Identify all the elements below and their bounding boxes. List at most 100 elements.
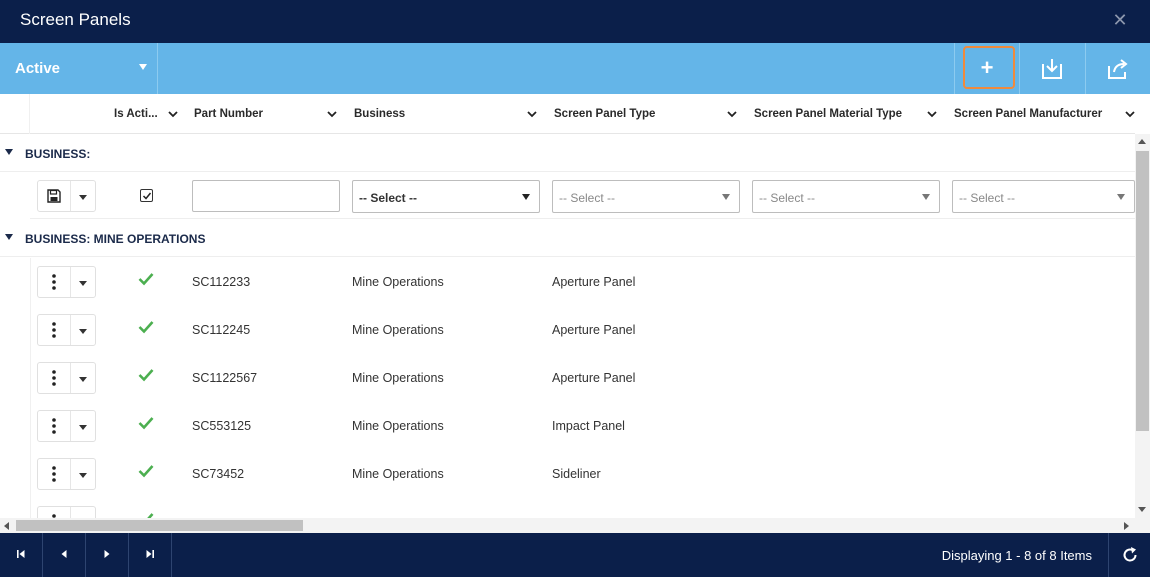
pager-info: Displaying 1 - 8 of 8 Items bbox=[941, 548, 1092, 563]
vertical-scrollbar[interactable] bbox=[1135, 134, 1150, 518]
scroll-left-arrow-icon[interactable] bbox=[4, 522, 9, 530]
active-check-icon bbox=[138, 465, 154, 478]
row-menu-button[interactable] bbox=[38, 267, 70, 297]
refresh-icon bbox=[1123, 547, 1137, 562]
save-button[interactable] bbox=[38, 181, 70, 211]
add-button[interactable]: + bbox=[954, 43, 1019, 94]
screen-panel-type-select[interactable]: -- Select -- bbox=[552, 180, 740, 213]
column-header-business[interactable]: Business bbox=[354, 94, 538, 134]
table-row: SC112245 Mine Operations Aperture Panel bbox=[30, 306, 1135, 354]
active-check-icon bbox=[138, 417, 154, 430]
table-row: SC73452 Mine Operations Sideliner bbox=[30, 450, 1135, 498]
column-label: Is Acti... bbox=[114, 108, 158, 120]
close-icon[interactable]: ✕ bbox=[1112, 10, 1128, 30]
caret-down-icon bbox=[79, 425, 87, 430]
row-actions-dropdown[interactable] bbox=[71, 411, 96, 441]
toolbar: Active + bbox=[0, 43, 1150, 94]
new-item-edit-row: -- Select -- -- Select -- -- Select -- -… bbox=[30, 172, 1135, 219]
group-header-mine-operations[interactable]: BUSINESS: MINE OPERATIONS bbox=[0, 219, 1135, 257]
import-icon bbox=[1042, 59, 1062, 79]
business-select[interactable]: -- Select -- bbox=[352, 180, 540, 213]
row-actions-dropdown[interactable] bbox=[71, 507, 96, 518]
manufacturer-select-value: -- Select -- bbox=[959, 191, 1016, 205]
refresh-button[interactable] bbox=[1108, 533, 1150, 577]
previous-page-button[interactable] bbox=[43, 533, 86, 577]
horizontal-scroll-thumb[interactable] bbox=[16, 520, 303, 531]
collapse-triangle-icon[interactable] bbox=[5, 234, 13, 240]
scroll-right-arrow-icon[interactable] bbox=[1124, 522, 1129, 530]
chevron-down-icon bbox=[327, 111, 337, 118]
column-label: Screen Panel Manufacturer bbox=[954, 108, 1103, 120]
import-button[interactable] bbox=[1019, 43, 1084, 94]
material-type-select[interactable]: -- Select -- bbox=[752, 180, 940, 213]
first-page-icon bbox=[17, 550, 25, 558]
row-actions-dropdown[interactable] bbox=[71, 459, 96, 489]
is-active-checkbox[interactable] bbox=[140, 189, 153, 202]
row-action-group bbox=[37, 506, 96, 518]
business-cell: Mine Operations bbox=[352, 275, 444, 289]
scrollbar-corner bbox=[1135, 518, 1150, 533]
caret-down-icon bbox=[139, 64, 147, 70]
title-bar: Screen Panels ✕ bbox=[0, 0, 1150, 43]
column-header-part-number[interactable]: Part Number bbox=[194, 94, 338, 134]
active-check-icon bbox=[138, 273, 154, 286]
row-action-group bbox=[37, 314, 96, 346]
column-header-manufacturer[interactable]: Screen Panel Manufacturer bbox=[954, 94, 1135, 134]
next-page-icon bbox=[104, 550, 110, 558]
export-button[interactable] bbox=[1085, 43, 1150, 94]
type-cell: Impact Panel bbox=[552, 419, 625, 433]
screen-panels-window: Screen Panels ✕ Active + Is Acti... Part… bbox=[0, 0, 1150, 577]
business-cell: Mine Operations bbox=[352, 323, 444, 337]
screen-panel-type-select-value: -- Select -- bbox=[559, 191, 616, 205]
business-cell: Mine Operations bbox=[352, 371, 444, 385]
first-page-button[interactable] bbox=[0, 533, 43, 577]
business-select-value: -- Select -- bbox=[359, 191, 418, 205]
status-filter-dropdown[interactable]: Active bbox=[0, 43, 158, 94]
scroll-down-arrow-icon[interactable] bbox=[1138, 507, 1146, 512]
group-header-business-empty[interactable]: BUSINESS: bbox=[0, 134, 1135, 172]
more-vertical-icon bbox=[52, 418, 56, 434]
chevron-down-icon bbox=[1125, 111, 1135, 118]
column-header-is-active[interactable]: Is Acti... bbox=[114, 94, 178, 134]
pager-footer: Displaying 1 - 8 of 8 Items bbox=[0, 533, 1150, 577]
part-number-cell: SC112233 bbox=[192, 275, 251, 289]
row-menu-button[interactable] bbox=[38, 315, 70, 345]
row-actions-dropdown[interactable] bbox=[71, 181, 96, 211]
column-header-material-type[interactable]: Screen Panel Material Type bbox=[754, 94, 938, 134]
row-actions-dropdown[interactable] bbox=[71, 363, 96, 393]
column-label: Business bbox=[354, 108, 406, 120]
column-header-screen-panel-type[interactable]: Screen Panel Type bbox=[554, 94, 738, 134]
horizontal-scrollbar[interactable] bbox=[0, 518, 1135, 533]
caret-down-icon bbox=[1117, 194, 1125, 200]
caret-down-icon bbox=[79, 195, 87, 200]
group-label: BUSINESS: bbox=[25, 147, 91, 161]
row-actions-dropdown[interactable] bbox=[71, 267, 96, 297]
share-icon bbox=[1108, 59, 1128, 79]
vertical-scroll-thumb[interactable] bbox=[1136, 151, 1149, 431]
row-menu-button[interactable] bbox=[38, 507, 70, 518]
chevron-down-icon bbox=[168, 111, 178, 118]
chevron-down-icon bbox=[527, 111, 537, 118]
status-filter-value: Active bbox=[15, 60, 61, 77]
type-cell: Sideliner bbox=[552, 467, 601, 481]
caret-down-icon bbox=[922, 194, 930, 200]
type-cell: Aperture Panel bbox=[552, 371, 636, 385]
row-menu-button[interactable] bbox=[38, 363, 70, 393]
row-action-group bbox=[37, 362, 96, 394]
column-label: Screen Panel Material Type bbox=[754, 108, 903, 120]
part-number-cell: SC553125 bbox=[192, 419, 252, 433]
collapse-triangle-icon[interactable] bbox=[5, 149, 13, 155]
scroll-up-arrow-icon[interactable] bbox=[1138, 139, 1146, 144]
type-cell: Aperture Panel bbox=[552, 323, 636, 337]
part-number-input[interactable] bbox=[192, 180, 340, 212]
manufacturer-select[interactable]: -- Select -- bbox=[952, 180, 1135, 213]
more-vertical-icon bbox=[52, 466, 56, 482]
table-row: SC553125 Mine Operations Impact Panel bbox=[30, 402, 1135, 450]
more-vertical-icon bbox=[52, 370, 56, 386]
material-type-select-value: -- Select -- bbox=[759, 191, 816, 205]
row-menu-button[interactable] bbox=[38, 459, 70, 489]
next-page-button[interactable] bbox=[86, 533, 129, 577]
row-menu-button[interactable] bbox=[38, 411, 70, 441]
row-actions-dropdown[interactable] bbox=[71, 315, 96, 345]
last-page-button[interactable] bbox=[129, 533, 172, 577]
